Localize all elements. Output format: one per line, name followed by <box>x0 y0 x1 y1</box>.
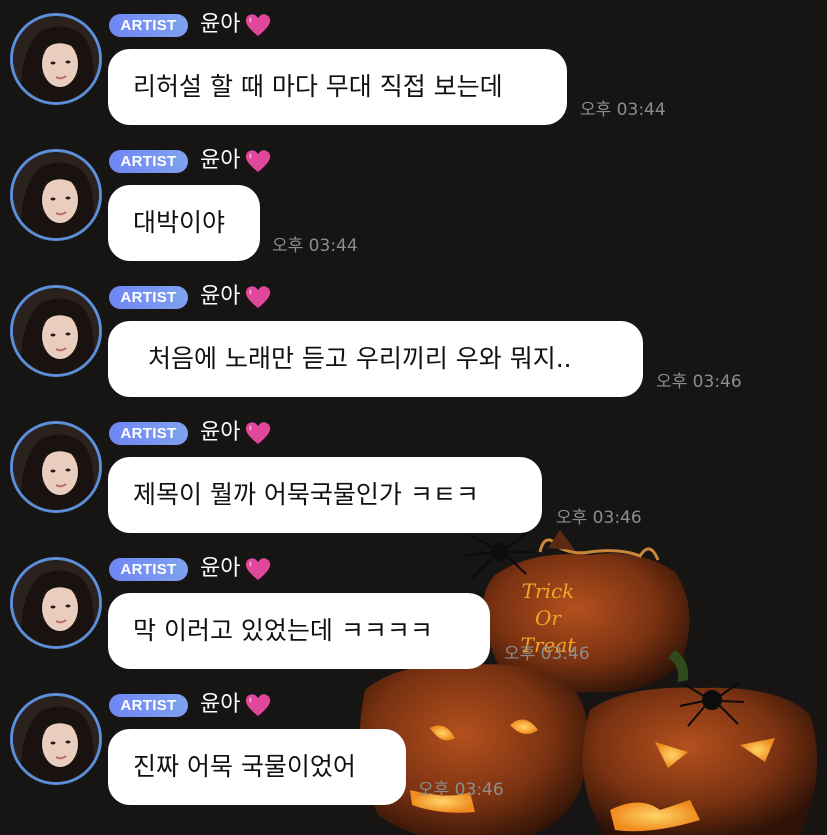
artist-badge: ARTIST <box>109 558 188 581</box>
artist-badge: ARTIST <box>109 14 188 37</box>
sender-name: 윤아 <box>200 148 241 173</box>
avatar[interactable] <box>10 693 102 785</box>
message-time: 오후 03:44 <box>272 236 358 256</box>
sender-name: 윤아 <box>200 420 241 445</box>
chat-message: ARTIST 윤아 제목이 뭘까 어묵국물인가 ㅋㅌㅋ 오후 03:46 <box>0 408 827 544</box>
message-bubble[interactable]: 진짜 어묵 국물이었어 <box>108 729 406 805</box>
message-time: 오후 03:46 <box>656 372 742 392</box>
avatar[interactable] <box>10 285 102 377</box>
sender-name: 윤아 <box>200 556 241 581</box>
chat-message: ARTIST 윤아 처음에 노래만 듣고 우리끼리 우와 뭐지.. 오후 03:… <box>0 272 827 408</box>
artist-badge: ARTIST <box>109 150 188 173</box>
message-bubble[interactable]: 막 이러고 있었는데 ㅋㅋㅋㅋ <box>108 593 490 669</box>
message-time: 오후 03:44 <box>580 100 666 120</box>
pink-heart-icon <box>245 14 271 37</box>
chat-message: ARTIST 윤아 진짜 어묵 국물이었어 오후 03:46 <box>0 680 827 816</box>
chat-message: ARTIST 윤아 리허설 할 때 마다 무대 직접 보는데 오후 03:44 <box>0 0 827 136</box>
message-bubble[interactable]: 대박이야 <box>108 185 260 261</box>
message-time: 오후 03:46 <box>504 644 590 664</box>
message-bubble[interactable]: 제목이 뭘까 어묵국물인가 ㅋㅌㅋ <box>108 457 542 533</box>
avatar[interactable] <box>10 149 102 241</box>
pink-heart-icon <box>245 150 271 172</box>
message-time: 오후 03:46 <box>418 780 504 800</box>
avatar[interactable] <box>10 13 102 105</box>
artist-badge: ARTIST <box>109 286 188 309</box>
pink-heart-icon <box>245 694 271 716</box>
pink-heart-icon <box>245 558 271 580</box>
sender-name: 윤아 <box>200 692 241 717</box>
chat-message: ARTIST 윤아 막 이러고 있었는데 ㅋㅋㅋㅋ 오후 03:46 <box>0 544 827 680</box>
chat-message: ARTIST 윤아 대박이야 오후 03:44 <box>0 136 827 272</box>
message-bubble[interactable]: 처음에 노래만 듣고 우리끼리 우와 뭐지.. <box>108 321 643 397</box>
avatar[interactable] <box>10 421 102 513</box>
artist-badge: ARTIST <box>109 422 188 445</box>
sender-name: 윤아 <box>200 284 241 309</box>
message-time: 오후 03:46 <box>556 508 642 528</box>
sender-name: 윤아 <box>200 12 241 37</box>
pink-heart-icon <box>245 286 271 308</box>
artist-badge: ARTIST <box>109 694 188 717</box>
avatar[interactable] <box>10 557 102 649</box>
message-bubble[interactable]: 리허설 할 때 마다 무대 직접 보는데 <box>108 49 567 125</box>
pink-heart-icon <box>245 422 271 444</box>
